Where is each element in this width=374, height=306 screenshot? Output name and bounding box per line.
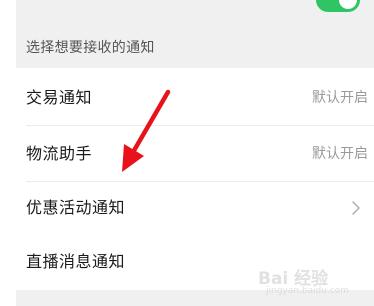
section-header: 选择想要接收的通知 [26,40,155,56]
list-item-status: 默认开启 [312,146,368,162]
list-item-trade-notification[interactable]: 交易通知 默认开启 [16,70,374,126]
chevron-right-icon [352,201,360,215]
list-item-label: 物流助手 [26,144,93,163]
toggle-knob [339,0,357,9]
watermark-logo: Bai 经验 jingyan.baidu.com [258,262,368,300]
list-item-status: 默认开启 [312,90,368,106]
red-arrow-annotation-icon [122,89,171,172]
list-item-label: 直播消息通知 [26,252,126,271]
watermark-url: jingyan.baidu.com [266,286,350,296]
list-item-logistics-assistant[interactable]: 物流助手 默认开启 [16,126,374,182]
notification-settings-list: 交易通知 默认开启 物流助手 默认开启 优惠活动通知 直播消息通知 [16,68,374,290]
notification-toggle[interactable] [316,0,360,12]
list-item-label: 优惠活动通知 [26,198,126,217]
list-item-promotion-notification[interactable]: 优惠活动通知 [16,180,374,236]
list-item-label: 交易通知 [26,88,93,107]
